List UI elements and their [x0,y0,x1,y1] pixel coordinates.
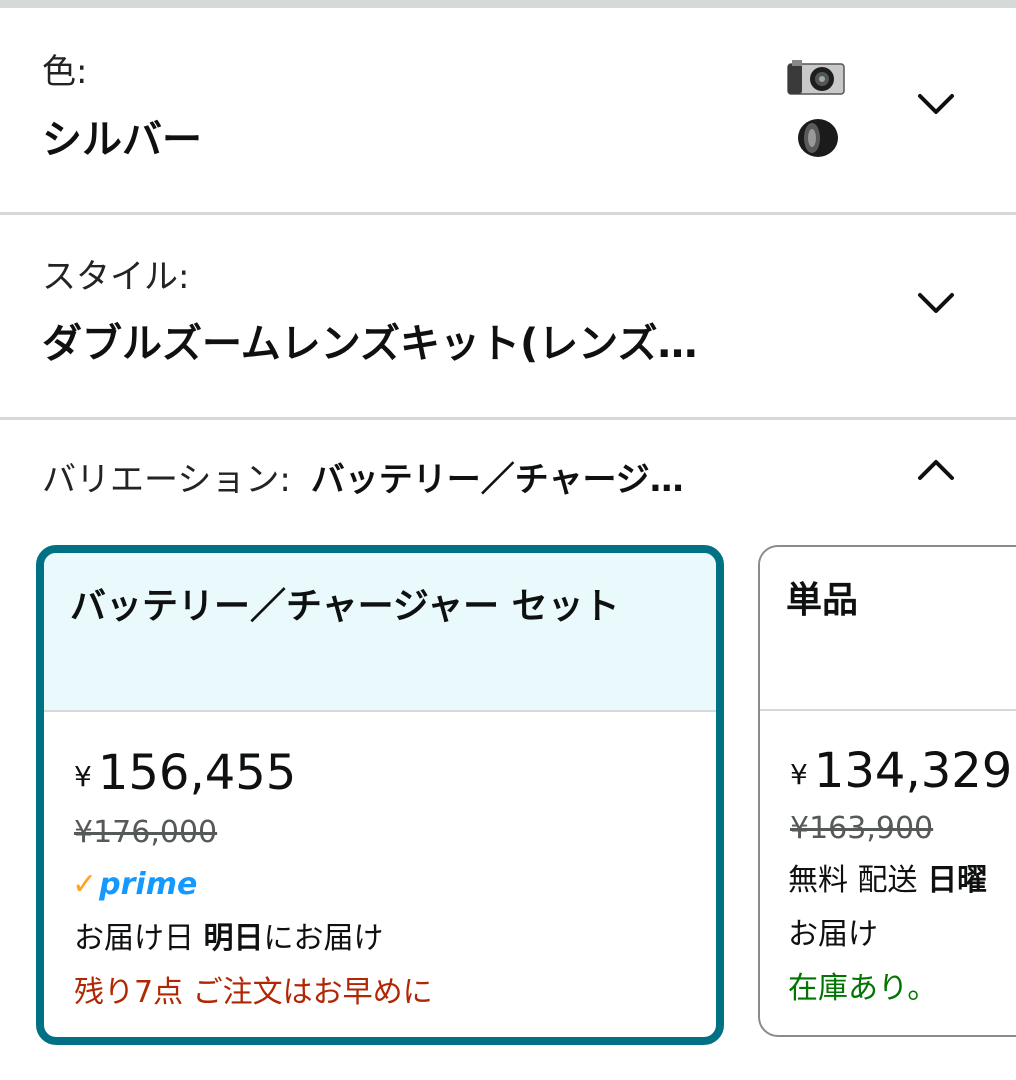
style-label: スタイル: [42,257,190,297]
stock-status: 在庫あり。 [788,971,938,1006]
chevron-down-icon[interactable] [914,281,958,325]
delivery-suffix: にお届け [263,921,384,956]
divider [0,417,1016,420]
price-value: 156,455 [97,745,297,801]
shipping-date: 日曜 [927,863,988,898]
delivery-prefix: お届け日 [74,921,194,956]
camera-body-thumbnail [787,60,845,95]
delivery-date: 明日 [203,921,264,956]
shipping-prefix: 無料 配送 [788,863,918,898]
color-selector[interactable]: 色: シルバー [0,8,1016,213]
chevron-up-icon[interactable] [914,448,958,492]
lens-thumbnail [798,119,838,157]
top-divider [0,0,1016,8]
variation-option-single[interactable]: 単品 ¥134,329 ¥163,900 無料 配送 日曜 お届け 在庫あり。 [758,545,1016,1037]
option-title: 単品 [786,580,859,621]
prime-text: prime [99,867,198,902]
currency-symbol: ¥ [74,760,92,793]
list-price: ¥163,900 [790,811,934,846]
option-header: バッテリー／チャージャー セット [44,553,716,712]
color-label: 色: [42,52,88,92]
variation-option-battery-charger-set[interactable]: バッテリー／チャージャー セット ¥156,455 ¥176,000 ✓prim… [36,545,724,1045]
list-price: ¥176,000 [74,815,218,850]
stock-status: 残り7点 ご注文はお早めに [74,975,433,1010]
color-value: シルバー [42,117,202,163]
option-title: バッテリー／チャージャー セット [70,586,620,627]
currency-symbol: ¥ [790,758,808,791]
variation-header[interactable]: バリエーション: バッテリー／チャージ… [42,458,684,502]
option-price: ¥156,455 [74,745,296,801]
prime-check-icon: ✓ [72,867,98,902]
price-value: 134,329 [813,743,1013,799]
shipping-line2: お届け [788,917,878,952]
shipping-info: 無料 配送 日曜 [788,861,987,901]
style-value: ダブルズームレンズキット(レンズ… [42,321,698,367]
option-price: ¥134,329 [790,743,1012,799]
variation-label: バリエーション: [42,460,291,500]
prime-badge: ✓prime [72,867,197,903]
delivery-info: お届け日 明日にお届け [74,919,384,959]
variation-value: バッテリー／チャージ… [310,460,684,500]
style-selector[interactable]: スタイル: ダブルズームレンズキット(レンズ… [0,215,1016,418]
option-header: 単品 [760,547,1016,711]
chevron-down-icon[interactable] [914,82,958,126]
